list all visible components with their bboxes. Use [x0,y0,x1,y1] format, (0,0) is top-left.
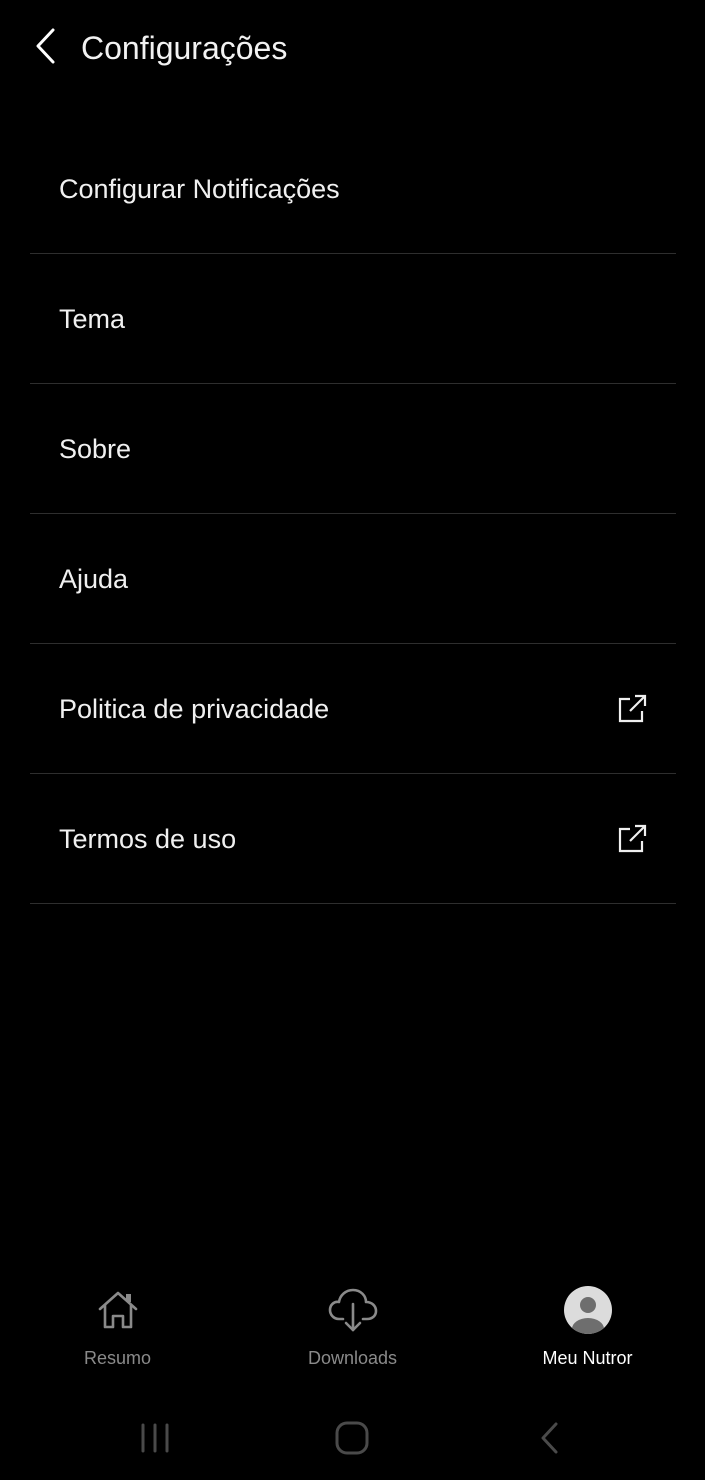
system-back-icon [541,1422,558,1454]
menu-item-label: Tema [59,303,126,334]
menu-item-notifications[interactable]: Configurar Notificações [30,124,676,254]
avatar-icon [562,1284,614,1336]
nav-label: Downloads [307,1348,398,1368]
system-nav-bar [0,1400,705,1480]
menu-item-about[interactable]: Sobre [30,384,676,514]
menu-item-terms-of-use[interactable]: Termos de uso [30,774,676,904]
menu-item-label: Ajuda [59,563,129,594]
menu-item-privacy-policy[interactable]: Politica de privacidade [30,644,676,774]
app-header: Configurações [0,0,705,100]
recents-button[interactable] [125,1418,185,1458]
recents-icon [141,1423,169,1453]
nav-item-resumo[interactable]: Resumo [0,1270,235,1385]
chevron-left-icon [36,28,55,64]
bottom-nav: Resumo Downloads Meu Nutror [0,1270,705,1385]
external-link-icon [618,694,647,722]
system-back-button[interactable] [520,1418,580,1458]
menu-item-theme[interactable]: Tema [30,254,676,384]
back-button[interactable] [26,24,66,68]
home-button-icon [335,1421,369,1455]
settings-menu: Configurar Notificações Tema Sobre Ajuda… [30,124,676,904]
home-icon [92,1284,144,1336]
cloud-download-icon [327,1284,379,1336]
menu-item-label: Termos de uso [59,823,237,854]
nav-label: Meu Nutror [542,1348,633,1368]
menu-item-label: Configurar Notificações [59,173,340,204]
menu-item-label: Politica de privacidade [59,693,330,724]
external-link-icon [618,824,647,852]
page-title: Configurações [81,30,288,66]
nav-item-meu-nutror[interactable]: Meu Nutror [470,1270,705,1385]
nav-label: Resumo [83,1348,152,1368]
nav-item-downloads[interactable]: Downloads [235,1270,470,1385]
menu-item-label: Sobre [59,433,132,464]
home-button[interactable] [322,1418,382,1458]
menu-item-help[interactable]: Ajuda [30,514,676,644]
